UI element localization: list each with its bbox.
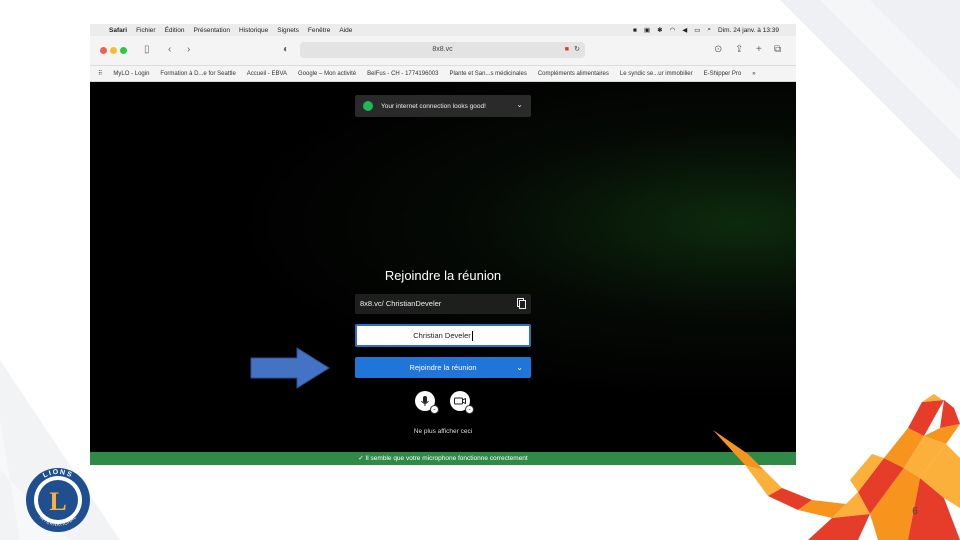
menubar-status-area: ■ ▣ ✱ ◠ ◀ ▭ ⌕ Dim. 24 janv. à 13:39 bbox=[633, 24, 786, 36]
back-icon[interactable]: ‹ bbox=[168, 43, 171, 57]
menu-aide[interactable]: Aide bbox=[339, 27, 352, 34]
connection-notification[interactable]: Your internet connection looks good! ⌄ bbox=[355, 95, 531, 117]
zoom-window-button[interactable] bbox=[120, 47, 127, 54]
join-button-label: Rejoindre la réunion bbox=[409, 363, 477, 372]
camera-status-icon[interactable]: ■ bbox=[633, 27, 637, 34]
volume-icon[interactable]: ◀ bbox=[682, 26, 687, 34]
bookmarks-bar: ⠿ MyLO - Login Formation à D...e for Sea… bbox=[90, 66, 796, 82]
presentation-slide: Safari Fichier Édition Présentation Hist… bbox=[0, 0, 960, 540]
chevron-down-icon[interactable]: ⌄ bbox=[516, 100, 523, 109]
microphone-toggle-button[interactable]: ⌄ bbox=[415, 391, 439, 414]
close-window-button[interactable] bbox=[100, 47, 107, 54]
microphone-status-bar: ✓ Il semble que votre microphone fonctio… bbox=[90, 452, 796, 465]
menu-fenetre[interactable]: Fenêtre bbox=[308, 27, 330, 34]
menu-fichier[interactable]: Fichier bbox=[136, 27, 156, 34]
dont-show-again-link[interactable]: Ne plus afficher ceci bbox=[90, 428, 796, 435]
search-icon[interactable]: ⌕ bbox=[707, 26, 711, 34]
mic-options-chevron-icon[interactable]: ⌄ bbox=[430, 405, 439, 414]
display-name-input[interactable]: Christian Develer bbox=[355, 324, 531, 347]
address-text: 8x8.vc bbox=[432, 46, 453, 53]
bookmarks-more-icon[interactable]: » bbox=[752, 71, 755, 77]
chevron-down-icon[interactable]: ⌄ bbox=[516, 357, 523, 378]
browser-toolbar: ▯ ‹ › ◐ 8x8.vc ■ ↻ ⊙ ⇪ + ⧉ bbox=[90, 36, 796, 66]
downloads-icon[interactable]: ⊙ bbox=[714, 43, 722, 57]
tab-overview-icon[interactable]: ⧉ bbox=[774, 43, 781, 57]
bookmark-item[interactable]: Accueil - EBVA bbox=[247, 71, 287, 77]
browser-screenshot: Safari Fichier Édition Présentation Hist… bbox=[90, 24, 796, 465]
meeting-url-field: 8x8.vc/ ChristianDeveler bbox=[355, 294, 531, 314]
screen-icon[interactable]: ▣ bbox=[644, 26, 650, 34]
bookmark-item[interactable]: Le syndic se...ur immobilier bbox=[620, 71, 693, 77]
meeting-url-text: 8x8.vc/ ChristianDeveler bbox=[360, 299, 442, 308]
address-bar[interactable]: 8x8.vc ■ ↻ bbox=[300, 42, 585, 58]
notification-text: Your internet connection looks good! bbox=[381, 102, 486, 110]
spotify-icon bbox=[363, 101, 373, 111]
display-name-value: Christian Develer bbox=[413, 331, 471, 340]
bluetooth-icon[interactable]: ✱ bbox=[657, 26, 662, 34]
meeting-prejoin-page: Your internet connection looks good! ⌄ R… bbox=[90, 82, 796, 452]
page-number: 6 bbox=[912, 506, 918, 517]
camera-options-chevron-icon[interactable]: ⌄ bbox=[465, 405, 474, 414]
datetime[interactable]: Dim. 24 janv. à 13:39 bbox=[718, 27, 779, 34]
pointer-arrow bbox=[250, 347, 330, 389]
page-title: Rejoindre la réunion bbox=[384, 268, 502, 283]
share-icon[interactable]: ⇪ bbox=[735, 43, 743, 57]
svg-text:L: L bbox=[49, 487, 66, 516]
macos-menubar: Safari Fichier Édition Présentation Hist… bbox=[90, 24, 796, 36]
bookmark-item[interactable]: Google – Mon activité bbox=[298, 71, 356, 77]
bookmark-item[interactable]: BelFus - CH - 1774196003 bbox=[367, 71, 438, 77]
sidebar-icon[interactable]: ▯ bbox=[144, 43, 150, 57]
new-tab-icon[interactable]: + bbox=[756, 43, 762, 57]
battery-icon[interactable]: ▭ bbox=[694, 26, 700, 34]
lions-logo: L LIONS INTERNATIONAL bbox=[26, 468, 90, 532]
stylized-lion-graphic bbox=[713, 394, 960, 540]
camera-recording-icon[interactable]: ■ bbox=[565, 42, 569, 58]
bookmarks-grid-icon[interactable]: ⠿ bbox=[98, 70, 102, 77]
forward-icon[interactable]: › bbox=[187, 43, 190, 57]
shield-icon[interactable]: ◐ bbox=[283, 43, 289, 57]
menu-edition[interactable]: Édition bbox=[165, 27, 185, 34]
menu-safari[interactable]: Safari bbox=[109, 27, 127, 34]
text-caret bbox=[471, 331, 473, 342]
camera-toggle-button[interactable]: ⌄ bbox=[450, 391, 474, 414]
bookmark-item[interactable]: E-Shipper Pro bbox=[704, 71, 742, 77]
menu-signets[interactable]: Signets bbox=[277, 27, 299, 34]
menu-presentation[interactable]: Présentation bbox=[193, 27, 230, 34]
menu-historique[interactable]: Historique bbox=[239, 27, 268, 34]
copy-icon[interactable] bbox=[517, 298, 526, 309]
bookmark-item[interactable]: MyLO - Login bbox=[113, 71, 149, 77]
wifi-icon[interactable]: ◠ bbox=[670, 26, 676, 34]
bookmark-item[interactable]: Compléments alimentaires bbox=[538, 71, 609, 77]
join-meeting-button[interactable]: Rejoindre la réunion ⌄ bbox=[355, 357, 531, 378]
bookmark-item[interactable]: Formation à D...e for Seattle bbox=[160, 71, 235, 77]
reload-icon[interactable]: ↻ bbox=[574, 42, 580, 58]
bookmark-item[interactable]: Plante et San...s médicinales bbox=[449, 71, 526, 77]
minimize-window-button[interactable] bbox=[110, 47, 117, 54]
